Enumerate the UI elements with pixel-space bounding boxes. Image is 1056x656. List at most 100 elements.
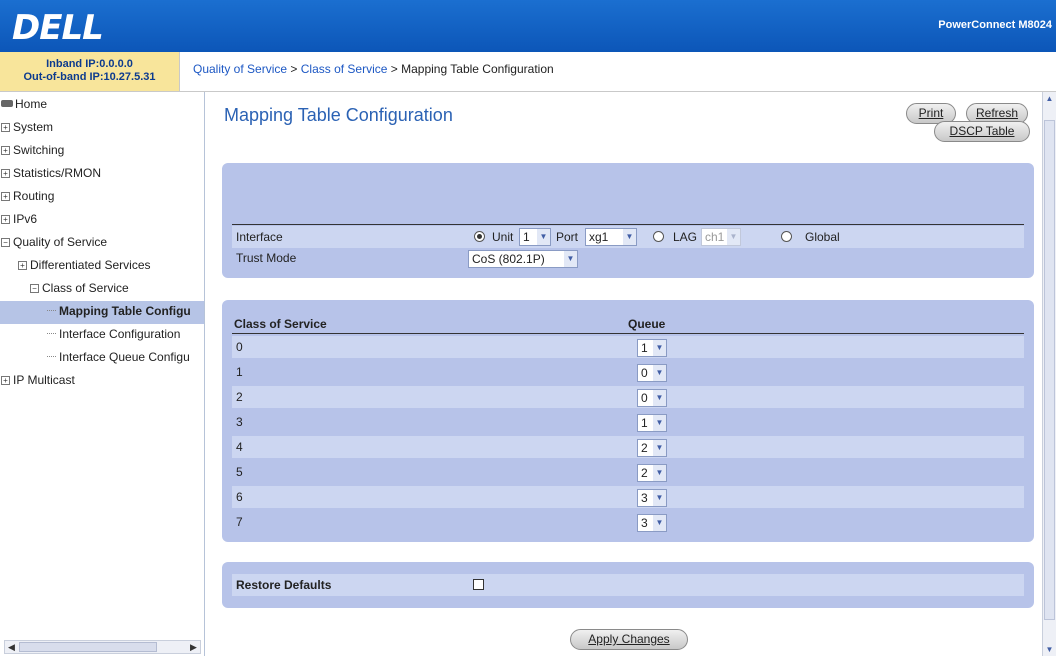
cos-value: 0 (236, 340, 243, 354)
chevron-down-icon: ▼ (653, 490, 666, 506)
tree-connector (47, 333, 56, 334)
expand-icon[interactable]: + (1, 376, 10, 385)
dscp-table-button[interactable]: DSCP Table (934, 121, 1030, 142)
chevron-down-icon: ▼ (727, 229, 740, 245)
expand-icon[interactable]: + (1, 146, 10, 155)
scroll-left-icon[interactable]: ◀ (5, 641, 18, 653)
product-name: PowerConnect M8024 (938, 19, 1052, 31)
queue-select[interactable]: 1 ▼ (637, 414, 667, 432)
nav-statistics[interactable]: + Statistics/RMON (0, 163, 204, 186)
queue-value: 3 (641, 516, 648, 530)
table-row: 6 3 ▼ (232, 486, 1024, 508)
expand-icon[interactable]: + (1, 192, 10, 201)
chevron-down-icon: ▼ (653, 440, 666, 456)
queue-select[interactable]: 2 ▼ (637, 439, 667, 457)
trust-mode-row: Trust Mode CoS (802.1P) ▼ (232, 248, 1024, 270)
breadcrumb-current: Mapping Table Configuration (401, 62, 554, 76)
expand-icon[interactable]: + (1, 169, 10, 178)
lag-radio[interactable] (653, 231, 664, 242)
interface-panel: Interface Unit 1 ▼ Port xg1 ▼ LAG ch1 ▼ Glo… (222, 163, 1034, 278)
main-vertical-scrollbar[interactable]: ▲ ▼ (1042, 92, 1056, 656)
global-radio[interactable] (781, 231, 792, 242)
chevron-down-icon: ▼ (653, 340, 666, 356)
scroll-right-icon[interactable]: ▶ (187, 641, 200, 653)
collapse-icon[interactable]: − (30, 284, 39, 293)
queue-value: 2 (641, 466, 648, 480)
collapse-icon[interactable]: − (1, 238, 10, 247)
nav-cos[interactable]: − Class of Service (0, 278, 204, 301)
breadcrumb-separator: > (287, 62, 301, 76)
header-rule (232, 224, 1024, 225)
queue-select[interactable]: 0 ▼ (637, 389, 667, 407)
nav-qos[interactable]: − Quality of Service (0, 232, 204, 255)
queue-value: 0 (641, 366, 648, 380)
oob-ip: Out-of-band IP:10.27.5.31 (23, 71, 156, 83)
breadcrumb-cos-link[interactable]: Class of Service (301, 62, 388, 76)
nav-mapping-table[interactable]: Mapping Table Configu (0, 301, 204, 324)
scroll-down-icon[interactable]: ▼ (1043, 643, 1056, 656)
table-row: 0 1 ▼ (232, 336, 1024, 358)
breadcrumb: Quality of Service > Class of Service > … (180, 52, 1056, 92)
scroll-up-icon[interactable]: ▲ (1043, 92, 1056, 105)
nav-ipv6[interactable]: + IPv6 (0, 209, 204, 232)
unit-label: Unit (492, 230, 514, 244)
chevron-down-icon: ▼ (653, 365, 666, 381)
nav-switching[interactable]: + Switching (0, 140, 204, 163)
expand-icon[interactable]: + (1, 123, 10, 132)
queue-value: 3 (641, 491, 648, 505)
queue-select[interactable]: 1 ▼ (637, 339, 667, 357)
expand-icon[interactable]: + (1, 215, 10, 224)
scroll-thumb[interactable] (1044, 120, 1055, 620)
queue-select[interactable]: 0 ▼ (637, 364, 667, 382)
table-row: 3 1 ▼ (232, 411, 1024, 433)
tree-connector (47, 356, 56, 357)
chevron-down-icon: ▼ (623, 229, 636, 245)
scroll-thumb[interactable] (19, 642, 157, 652)
cos-value: 3 (236, 415, 243, 429)
nav-diffserv[interactable]: + Differentiated Services (0, 255, 204, 278)
main-content: Mapping Table Configuration Print Refres… (206, 92, 1042, 656)
lag-select[interactable]: ch1 ▼ (701, 228, 741, 246)
sidebar-horizontal-scrollbar[interactable]: ◀ ▶ (4, 640, 201, 654)
queue-value: 2 (641, 441, 648, 455)
apply-changes-button[interactable]: Apply Changes (570, 629, 688, 650)
trust-mode-label: Trust Mode (236, 251, 297, 265)
dell-logo: DELL (12, 8, 104, 48)
nav-ip-multicast[interactable]: + IP Multicast (0, 370, 204, 393)
queue-select[interactable]: 3 ▼ (637, 514, 667, 532)
nav-home[interactable]: Home (0, 94, 204, 117)
mapping-panel: Class of Service Queue 0 1 ▼ 1 0 ▼ 2 0 ▼ 3 1 ▼ 4 2 ▼ 5 2… (222, 300, 1034, 542)
interface-row: Interface Unit 1 ▼ Port xg1 ▼ LAG ch1 ▼ Glo… (232, 226, 1024, 248)
unit-radio[interactable] (474, 231, 485, 242)
nav-routing[interactable]: + Routing (0, 186, 204, 209)
top-banner: DELL PowerConnect M8024 (0, 0, 1056, 52)
chevron-down-icon: ▼ (653, 415, 666, 431)
header-rule (232, 333, 1024, 334)
queue-select[interactable]: 3 ▼ (637, 489, 667, 507)
expand-icon[interactable]: + (18, 261, 27, 270)
lag-label: LAG (673, 230, 698, 244)
port-label: Port (556, 230, 579, 244)
nav-interface-queue[interactable]: Interface Queue Configu (0, 347, 204, 370)
queue-value: 1 (641, 416, 648, 430)
restore-row: Restore Defaults (232, 574, 1024, 596)
table-row: 4 2 ▼ (232, 436, 1024, 458)
chevron-down-icon: ▼ (537, 229, 550, 245)
port-select[interactable]: xg1 ▼ (585, 228, 637, 246)
tree-connector (47, 310, 56, 311)
nav-system[interactable]: + System (0, 117, 204, 140)
trust-mode-select[interactable]: CoS (802.1P) ▼ (468, 250, 578, 268)
restore-defaults-checkbox[interactable] (473, 579, 484, 590)
queue-select[interactable]: 2 ▼ (637, 464, 667, 482)
chevron-down-icon: ▼ (653, 465, 666, 481)
nav-interface-configuration[interactable]: Interface Configuration (0, 324, 204, 347)
queue-value: 0 (641, 391, 648, 405)
restore-panel: Restore Defaults (222, 562, 1034, 608)
unit-select[interactable]: 1 ▼ (519, 228, 551, 246)
cos-value: 2 (236, 390, 243, 404)
restore-defaults-label: Restore Defaults (236, 578, 332, 592)
col-header-cos: Class of Service (234, 317, 327, 331)
chevron-down-icon: ▼ (653, 390, 666, 406)
table-row: 2 0 ▼ (232, 386, 1024, 408)
breadcrumb-qos-link[interactable]: Quality of Service (193, 62, 287, 76)
